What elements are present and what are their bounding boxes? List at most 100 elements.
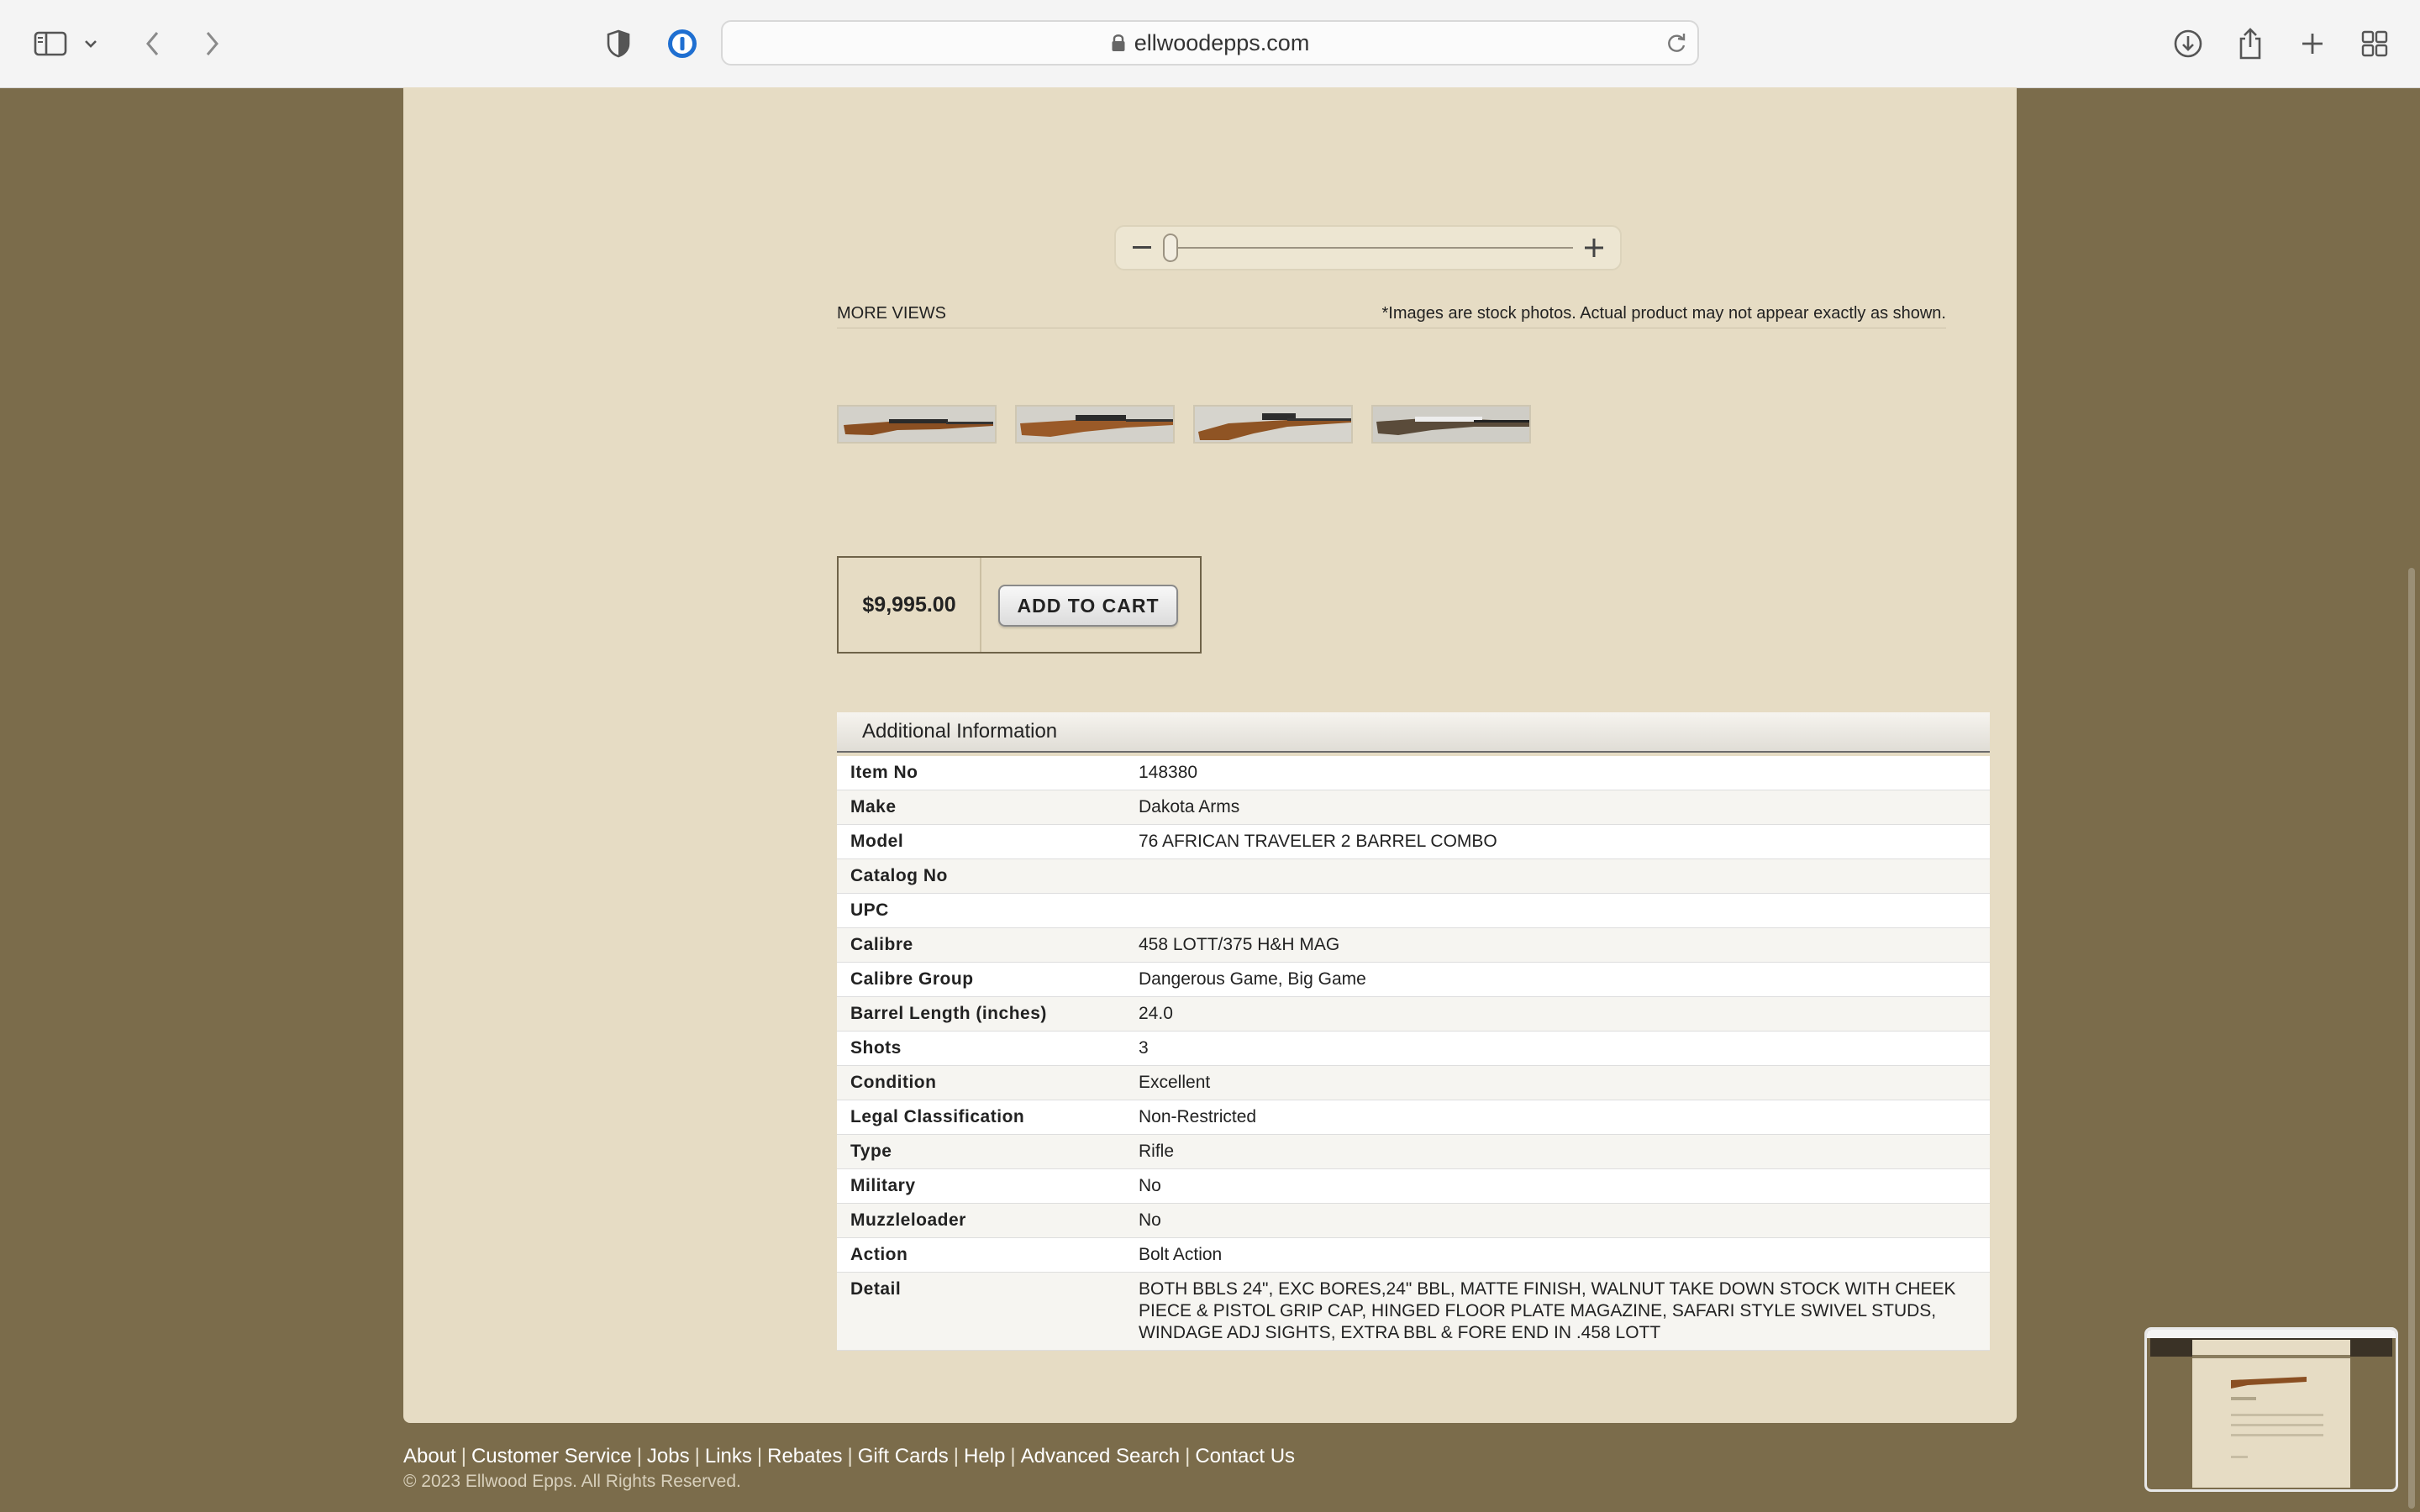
attribute-label: Barrel Length (inches) [837, 996, 1125, 1032]
privacy-report-button[interactable] [595, 20, 642, 67]
plus-icon [1585, 239, 1603, 257]
table-row: Calibre Group Dangerous Game, Big Game [837, 962, 1990, 997]
new-tab-button[interactable] [2289, 20, 2336, 67]
attribute-value: No [1125, 1168, 1990, 1204]
buy-box: $9,995.00 ADD TO CART [837, 556, 1202, 654]
back-button[interactable] [129, 20, 176, 67]
attribute-value: Rifle [1125, 1134, 1990, 1169]
downloads-button[interactable] [2165, 20, 2212, 67]
sidebar-icon [34, 30, 67, 57]
attribute-value [1125, 858, 1990, 894]
table-row: Make Dakota Arms [837, 790, 1990, 825]
attribute-label: Condition [837, 1065, 1125, 1100]
attribute-label: Type [837, 1134, 1125, 1169]
zoom-in-button[interactable] [1580, 234, 1608, 262]
more-views-heading: MORE VIEWS [837, 304, 947, 323]
table-row: Muzzleloader No [837, 1203, 1990, 1238]
footer-link-about[interactable]: About [403, 1445, 456, 1467]
additional-information-heading: Additional Information [837, 712, 1990, 753]
page-scrollbar[interactable] [2408, 568, 2415, 1509]
attribute-value: Non-Restricted [1125, 1100, 1990, 1135]
reload-icon[interactable] [1665, 32, 1687, 55]
footer-link-contact-us[interactable]: Contact Us [1195, 1445, 1295, 1467]
table-row: Action Bolt Action [837, 1237, 1990, 1273]
table-row: Legal Classification Non-Restricted [837, 1100, 1990, 1135]
tab-overview-button[interactable] [2351, 20, 2398, 67]
shield-icon [606, 29, 631, 59]
attribute-value: Dakota Arms [1125, 790, 1990, 825]
chevron-down-icon [83, 39, 98, 49]
product-thumbnail-1[interactable] [837, 405, 997, 444]
copyright: © 2023 Ellwood Epps. All Rights Reserved… [403, 1472, 741, 1491]
download-icon [2173, 29, 2203, 59]
attribute-label: Action [837, 1237, 1125, 1273]
url-text: ellwoodepps.com [1134, 29, 1310, 55]
add-to-cart-button[interactable]: ADD TO CART [998, 585, 1178, 627]
stock-photo-note: *Images are stock photos. Actual product… [1381, 304, 1946, 323]
plus-icon [2300, 31, 2325, 56]
table-row: Shots 3 [837, 1031, 1990, 1066]
attribute-label: Make [837, 790, 1125, 825]
table-row: Detail BOTH BBLS 24", EXC BORES,24" BBL, … [837, 1272, 1990, 1351]
image-zoom-control [1114, 225, 1622, 270]
table-row: Type Rifle [837, 1134, 1990, 1169]
attribute-label: Shots [837, 1031, 1125, 1066]
attribute-value: 148380 [1125, 756, 1990, 790]
password-manager-icon [666, 27, 699, 60]
attribute-value: 3 [1125, 1031, 1990, 1066]
minus-icon [1133, 246, 1151, 249]
attribute-value: Excellent [1125, 1065, 1990, 1100]
chevron-left-icon [143, 29, 163, 58]
table-row: UPC [837, 893, 1990, 928]
footer-link-rebates[interactable]: Rebates [767, 1445, 842, 1467]
share-button[interactable] [2227, 20, 2274, 67]
attribute-label: Calibre [837, 927, 1125, 963]
zoom-slider-handle[interactable] [1163, 234, 1178, 262]
attribute-label: Muzzleloader [837, 1203, 1125, 1238]
attribute-label: Model [837, 824, 1125, 859]
attribute-value: Bolt Action [1125, 1237, 1990, 1273]
footer-link-help[interactable]: Help [964, 1445, 1005, 1467]
product-thumbnail-3[interactable] [1193, 405, 1353, 444]
attribute-value: Dangerous Game, Big Game [1125, 962, 1990, 997]
table-row: Calibre 458 LOTT/375 H&H MAG [837, 927, 1990, 963]
tab-group-dropdown[interactable] [74, 20, 108, 67]
product-thumbnail-2[interactable] [1015, 405, 1175, 444]
attribute-value: No [1125, 1203, 1990, 1238]
browser-toolbar: ellwoodepps.com [0, 0, 2420, 88]
chevron-right-icon [202, 29, 222, 58]
table-row: Model 76 AFRICAN TRAVELER 2 BARREL COMBO [837, 824, 1990, 859]
table-row: Condition Excellent [837, 1065, 1990, 1100]
product-thumbnail-4[interactable] [1371, 405, 1531, 444]
attribute-label: UPC [837, 893, 1125, 928]
table-row: Item No 148380 [837, 756, 1990, 790]
share-icon [2237, 27, 2264, 60]
attribute-label: Calibre Group [837, 962, 1125, 997]
attribute-value: BOTH BBLS 24", EXC BORES,24" BBL, MATTE … [1125, 1272, 1990, 1351]
attribute-value: 458 LOTT/375 H&H MAG [1125, 927, 1990, 963]
attribute-label: Legal Classification [837, 1100, 1125, 1135]
footer-link-jobs[interactable]: Jobs [647, 1445, 690, 1467]
zoom-slider-track[interactable] [1168, 247, 1573, 249]
attribute-label: Military [837, 1168, 1125, 1204]
forward-button[interactable] [188, 20, 235, 67]
attribute-value: 24.0 [1125, 996, 1990, 1032]
attribute-label: Catalog No [837, 858, 1125, 894]
password-manager-button[interactable] [659, 20, 706, 67]
footer-links: About | Customer Service | Jobs | Links | Rebate… [403, 1445, 1296, 1467]
attribute-label: Detail [837, 1272, 1125, 1351]
table-row: Barrel Length (inches) 24.0 [837, 996, 1990, 1032]
page-thumbnail-preview [2144, 1327, 2398, 1492]
zoom-out-button[interactable] [1128, 234, 1156, 262]
table-row: Military No [837, 1168, 1990, 1204]
footer-link-customer-service[interactable]: Customer Service [471, 1445, 632, 1467]
footer-link-gift-cards[interactable]: Gift Cards [858, 1445, 949, 1467]
additional-information-table: Item No 148380 Make Dakota Arms Model 76 AF… [837, 756, 1990, 1351]
attribute-value [1125, 893, 1990, 928]
footer-link-links[interactable]: Links [705, 1445, 752, 1467]
address-bar[interactable]: ellwoodepps.com [721, 20, 1699, 66]
table-row: Catalog No [837, 858, 1990, 894]
lock-icon [1111, 33, 1126, 53]
sidebar-toggle-button[interactable] [27, 20, 74, 67]
footer-link-advanced-search[interactable]: Advanced Search [1021, 1445, 1180, 1467]
